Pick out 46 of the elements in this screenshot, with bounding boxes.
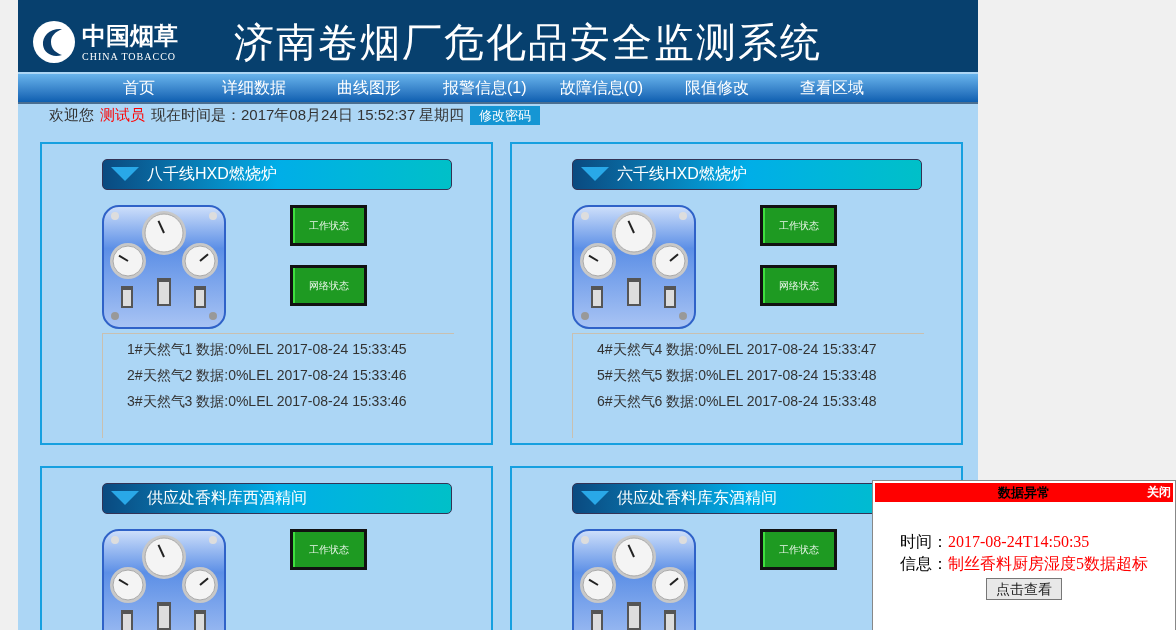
sensor-reading: 6#天然气6 数据:0%LEL 2017-08-24 15:33:48 [597, 391, 878, 411]
alert-title: 数据异常 [998, 483, 1050, 502]
chevron-down-icon [111, 491, 139, 505]
sensor-reading: 2#天然气2 数据:0%LEL 2017-08-24 15:33:46 [127, 365, 408, 385]
chevron-down-icon [581, 167, 609, 181]
nav-item[interactable]: 详细数据 [213, 74, 295, 102]
sensor-reading: 5#天然气5 数据:0%LEL 2017-08-24 15:33:48 [597, 365, 878, 385]
time-label: 时间： [900, 532, 948, 552]
welcome-label: 欢迎您 [49, 105, 94, 125]
user-name: 测试员 [100, 105, 145, 125]
panel-title: 八千线HXD燃烧炉 [147, 164, 277, 184]
view-button[interactable]: 点击查看 [986, 578, 1062, 600]
network-status-button[interactable]: 网络状态 [760, 264, 837, 306]
control-panel-icon [102, 204, 226, 330]
panel-title: 供应处香料库西酒精间 [147, 488, 307, 508]
close-link[interactable]: 关闭 [1147, 483, 1171, 501]
work-status-button[interactable]: 工作状态 [760, 204, 837, 246]
network-status-button[interactable]: 网络状态 [290, 264, 367, 306]
nav-item[interactable]: 故障信息(0) [559, 74, 644, 102]
panel-title: 供应处香料库东酒精间 [617, 488, 777, 508]
nav-item[interactable]: 曲线图形 [328, 74, 410, 102]
control-panel-icon [102, 528, 226, 630]
alert-time: 2017-08-24T14:50:35 [948, 532, 1090, 552]
logo-name: 中国烟草 [82, 23, 178, 49]
sensor-reading: 4#天然气4 数据:0%LEL 2017-08-24 15:33:47 [597, 339, 878, 359]
panel-title: 六千线HXD燃烧炉 [617, 164, 747, 184]
sensor-reading: 3#天然气3 数据:0%LEL 2017-08-24 15:33:46 [127, 391, 408, 411]
alert-message: 制丝香料厨房湿度5数据超标 [948, 554, 1148, 574]
work-status-button[interactable]: 工作状态 [290, 204, 367, 246]
system-title: 济南卷烟厂危化品安全监测系统 [234, 19, 822, 66]
info-label: 信息： [900, 554, 948, 574]
nav-item[interactable]: 查看区域 [791, 74, 874, 102]
work-status-button[interactable]: 工作状态 [760, 528, 837, 570]
control-panel-icon [572, 204, 696, 330]
work-status-button[interactable]: 工作状态 [290, 528, 367, 570]
chevron-down-icon [111, 167, 139, 181]
change-password-button[interactable]: 修改密码 [470, 105, 541, 125]
nav-item[interactable]: 限值修改 [676, 74, 759, 102]
logo-icon [32, 20, 76, 64]
nav-item[interactable]: 首页 [98, 74, 180, 102]
logo-subtitle: CHINA TOBACCO [82, 50, 178, 64]
sensor-reading: 1#天然气1 数据:0%LEL 2017-08-24 15:33:45 [127, 339, 408, 359]
control-panel-icon [572, 528, 696, 630]
chevron-down-icon [581, 491, 609, 505]
current-time: 现在时间是：2017年08月24日 15:52:37 星期四 [151, 105, 465, 125]
nav-item[interactable]: 报警信息(1) [443, 74, 527, 102]
